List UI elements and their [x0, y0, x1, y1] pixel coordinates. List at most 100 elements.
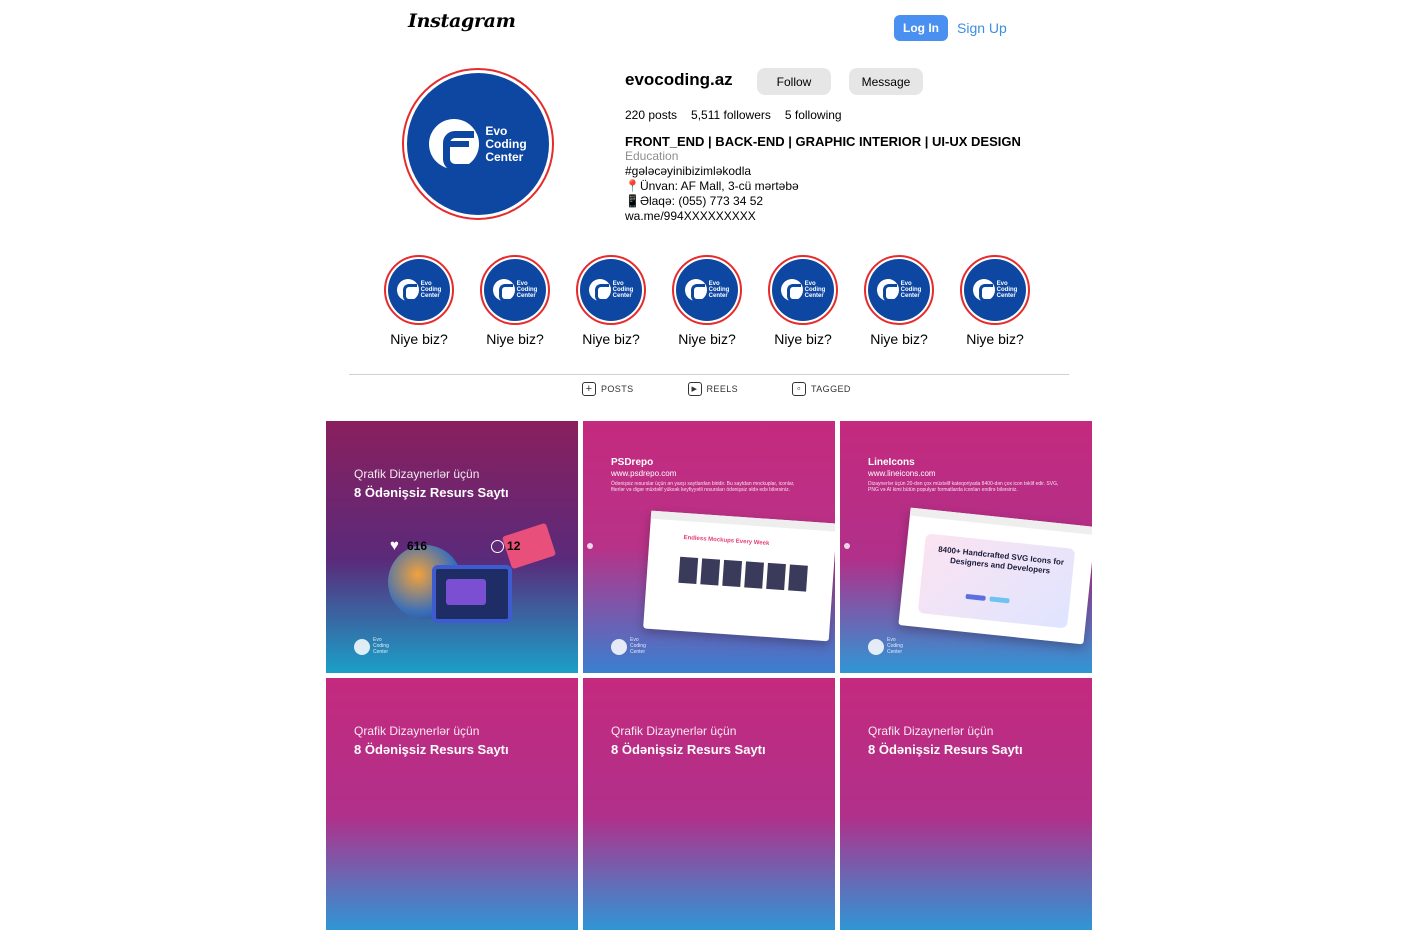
follow-button[interactable]: Follow — [757, 68, 831, 95]
bio-address: 📍Ünvan: AF Mall, 3-cü mərtəbə — [625, 179, 799, 193]
bio-hashtag[interactable]: #gələcəyinibizimləkodla — [625, 164, 1045, 179]
bio-link[interactable]: wa.me/994XXXXXXXXX — [625, 209, 1045, 224]
evo-logo-icon — [972, 279, 995, 302]
profile-tabs: + POSTS ▸ REELS ◦ TAGGED — [582, 382, 851, 396]
post-tile[interactable]: PSDrepo www.psdrepo.com Ödənişsiz resurs… — [583, 421, 835, 673]
highlight-cover: Evo Coding Center — [676, 259, 738, 321]
post-tile[interactable]: Qrafik Dizaynerlər üçün 8 Ödənişsiz Resu… — [583, 678, 835, 930]
tab-tagged[interactable]: ◦ TAGGED — [792, 382, 851, 396]
post-tile[interactable]: Qrafik Dizaynerlər üçün 8 Ödənişsiz Resu… — [326, 678, 578, 930]
post-tile[interactable]: LineIcons www.lineicons.com Dizaynerlər … — [840, 421, 1092, 673]
carousel-prev-icon — [587, 543, 593, 549]
carousel-prev-icon — [844, 543, 850, 549]
post-title-line2: 8 Ödənişsiz Resurs Saytı — [354, 485, 509, 500]
post-site-name: PSDrepo — [611, 457, 654, 468]
highlight-ring: Evo Coding Center — [576, 255, 646, 325]
evo-logo-icon — [429, 119, 480, 171]
post-title-line2: 8 Ödənişsiz Resurs Saytı — [354, 742, 509, 757]
tab-label: POSTS — [601, 384, 634, 394]
avatar-logo: Evo Coding Center — [407, 73, 549, 215]
highlight-ring: Evo Coding Center — [864, 255, 934, 325]
highlight-cover: Evo Coding Center — [388, 259, 450, 321]
tab-reels[interactable]: ▸ REELS — [687, 382, 739, 396]
avatar-brand-text: Evo Coding Center — [485, 123, 527, 164]
highlight-item[interactable]: Evo Coding Center Niye biz? — [576, 255, 646, 347]
evo-logo-icon — [684, 279, 707, 302]
post-logo-text: Evo Coding Center — [630, 637, 646, 655]
highlight-ring: Evo Coding Center — [960, 255, 1030, 325]
highlight-item[interactable]: Evo Coding Center Niye biz? — [864, 255, 934, 347]
highlight-brand-text: Evo Coding Center — [900, 281, 922, 299]
tab-label: TAGGED — [811, 384, 851, 394]
likes-count: 616 — [407, 539, 428, 553]
website-mockup: Endless Mockups Every Week — [643, 510, 835, 642]
post-site-url: www.psdrepo.com — [611, 469, 677, 478]
evo-logo-icon — [588, 279, 611, 302]
highlight-label: Niye biz? — [774, 331, 832, 347]
highlight-brand-text: Evo Coding Center — [420, 281, 442, 299]
profile-username: evocoding.az — [625, 70, 733, 89]
highlight-brand-text: Evo Coding Center — [516, 281, 538, 299]
post-title-line1: Qrafik Dizaynerlər üçün — [611, 724, 737, 738]
highlight-item[interactable]: Evo Coding Center Niye biz? — [480, 255, 550, 347]
followers-count[interactable]: 5,511 followers — [691, 108, 771, 122]
highlight-ring: Evo Coding Center — [384, 255, 454, 325]
highlight-ring: Evo Coding Center — [672, 255, 742, 325]
website-mockup: 8400+ Handcrafted SVG Icons for Designer… — [898, 507, 1092, 645]
highlight-item[interactable]: Evo Coding Center Niye biz? — [384, 255, 454, 347]
post-description: Ödənişsiz resurslar üçün ən yaxşı saytla… — [611, 481, 795, 493]
post-hover-stats: ♥ 616 12 — [390, 537, 520, 554]
highlight-label: Niye biz? — [678, 331, 736, 347]
post-site-name: LineIcons — [868, 457, 915, 468]
browser-bar — [650, 510, 835, 532]
post-logo-text: Evo Coding Center — [373, 637, 389, 655]
profile-avatar[interactable]: Evo Coding Center — [402, 68, 554, 220]
highlight-brand-text: Evo Coding Center — [612, 281, 634, 299]
tagged-icon: ◦ — [792, 382, 807, 396]
bio-name: FRONT_END | BACK-END | GRAPHIC INTERIOR … — [625, 134, 1021, 149]
post-logo-text: Evo Coding Center — [887, 637, 903, 655]
highlight-cover: Evo Coding Center — [868, 259, 930, 321]
post-title-line1: Qrafik Dizaynerlər üçün — [354, 467, 480, 481]
highlight-item[interactable]: Evo Coding Center Niye biz? — [960, 255, 1030, 347]
tab-posts[interactable]: + POSTS — [582, 382, 634, 396]
evo-logo-icon — [611, 639, 627, 655]
story-highlights: Evo Coding Center Niye biz? Evo Coding C… — [384, 255, 1030, 347]
login-button[interactable]: Log In — [894, 15, 948, 41]
evo-logo-icon — [876, 279, 899, 302]
tab-label: REELS — [706, 384, 739, 394]
post-title-line2: 8 Ödənişsiz Resurs Saytı — [611, 742, 766, 757]
highlight-item[interactable]: Evo Coding Center Niye biz? — [672, 255, 742, 347]
mockup-headline: Endless Mockups Every Week — [683, 534, 770, 547]
highlight-item[interactable]: Evo Coding Center Niye biz? — [768, 255, 838, 347]
highlight-label: Niye biz? — [582, 331, 640, 347]
monitor-illustration — [432, 565, 512, 623]
heart-icon: ♥ — [390, 537, 399, 554]
signup-link[interactable]: Sign Up — [957, 20, 1007, 36]
comments-count: 12 — [507, 539, 521, 553]
post-tile[interactable]: Qrafik Dizaynerlər üçün 8 Ödənişsiz Resu… — [326, 421, 578, 673]
posts-count: 220 posts — [625, 108, 678, 122]
highlight-label: Niye biz? — [486, 331, 544, 347]
highlight-cover: Evo Coding Center — [484, 259, 546, 321]
following-count[interactable]: 5 following — [785, 108, 842, 122]
highlight-cover: Evo Coding Center — [772, 259, 834, 321]
evo-logo-icon — [780, 279, 803, 302]
post-title-line1: Qrafik Dizaynerlər üçün — [354, 724, 480, 738]
highlight-ring: Evo Coding Center — [480, 255, 550, 325]
highlight-brand-text: Evo Coding Center — [708, 281, 730, 299]
post-tile[interactable]: Qrafik Dizaynerlər üçün 8 Ödənişsiz Resu… — [840, 678, 1092, 930]
highlight-brand-text: Evo Coding Center — [804, 281, 826, 299]
likes-stat: ♥ 616 — [390, 537, 428, 554]
instagram-logo[interactable]: Instagram — [408, 10, 516, 32]
browser-bar — [909, 507, 1092, 536]
highlight-label: Niye biz? — [390, 331, 448, 347]
message-button[interactable]: Message — [849, 68, 923, 95]
section-divider — [349, 374, 1069, 375]
mockup-thumbnails — [678, 556, 808, 592]
highlight-ring: Evo Coding Center — [768, 255, 838, 325]
comment-icon — [491, 539, 505, 553]
comments-stat: 12 — [491, 539, 520, 553]
bio-phone: 📱Əlaqə: (055) 773 34 52 — [625, 194, 764, 208]
highlight-label: Niye biz? — [966, 331, 1024, 347]
